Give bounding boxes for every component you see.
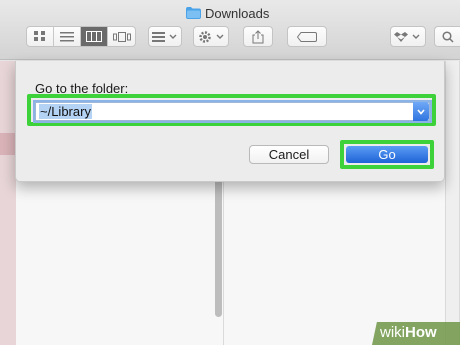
sidebar — [0, 61, 16, 345]
sidebar-selected-item[interactable] — [0, 133, 16, 155]
chevron-down-icon — [417, 108, 425, 115]
folder-icon — [186, 7, 201, 19]
list-icon — [60, 31, 74, 41]
icon-view-button[interactable] — [27, 27, 54, 46]
dropbox-icon — [394, 31, 420, 42]
folder-path-text: ~/Library — [39, 104, 92, 119]
icon-grid-icon — [34, 31, 45, 41]
cover-flow-icon — [112, 31, 131, 42]
view-mode-segment — [26, 26, 136, 47]
search-button[interactable] — [434, 26, 460, 47]
arrange-grid-icon — [152, 31, 177, 42]
go-button[interactable]: Go — [346, 146, 428, 163]
list-view-button[interactable] — [54, 27, 81, 46]
columns-icon — [86, 31, 102, 42]
share-button[interactable] — [243, 26, 273, 47]
window-title: Downloads — [186, 4, 269, 22]
search-icon — [441, 30, 454, 43]
window-title-text: Downloads — [205, 5, 270, 21]
gear-icon — [199, 30, 224, 43]
tags-button[interactable] — [287, 26, 327, 47]
tag-icon — [297, 31, 317, 42]
recent-folders-dropdown[interactable] — [413, 102, 429, 121]
column-3[interactable] — [446, 61, 460, 345]
watermark-logo: wikiHow — [380, 324, 437, 341]
share-icon — [252, 29, 264, 43]
dropbox-button[interactable] — [390, 26, 426, 47]
folder-path-input[interactable]: ~/Library — [35, 102, 430, 121]
finder-toolbar: Downloads — [0, 0, 460, 60]
action-button[interactable] — [193, 26, 229, 47]
go-to-folder-dialog: Go to the folder: ~/Library Cancel Go — [15, 61, 445, 182]
cancel-button[interactable]: Cancel — [249, 145, 329, 164]
arrange-button[interactable] — [148, 26, 182, 47]
column-scrollbar[interactable] — [215, 159, 222, 317]
column-view-button[interactable] — [81, 27, 108, 46]
cover-flow-view-button[interactable] — [108, 27, 135, 46]
